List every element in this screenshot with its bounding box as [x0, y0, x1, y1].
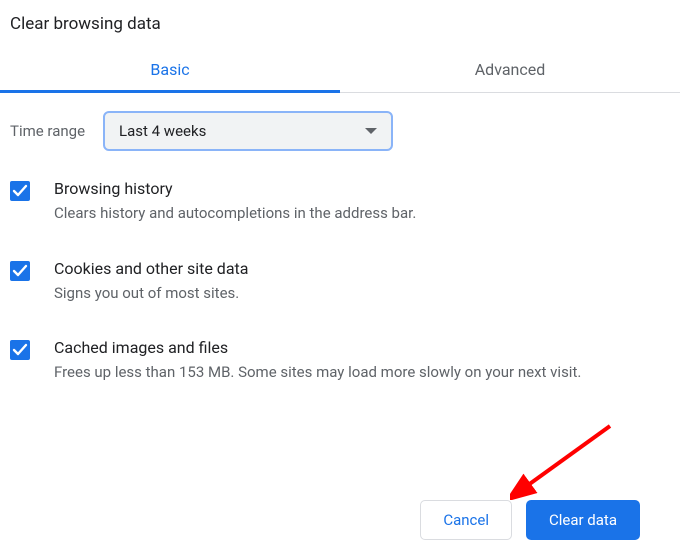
- clear-browsing-data-dialog: Clear browsing data Basic Advanced Time …: [0, 0, 680, 414]
- check-icon: [12, 183, 28, 199]
- tab-basic[interactable]: Basic: [0, 48, 340, 92]
- option-title: Cookies and other site data: [54, 259, 670, 278]
- checkbox-cookies[interactable]: [10, 261, 30, 281]
- check-icon: [12, 342, 28, 358]
- clear-data-button[interactable]: Clear data: [526, 500, 640, 540]
- tab-advanced[interactable]: Advanced: [340, 48, 680, 92]
- option-cookies: Cookies and other site data Signs you ou…: [10, 259, 670, 339]
- option-text: Cached images and files Frees up less th…: [54, 338, 670, 384]
- check-icon: [12, 263, 28, 279]
- time-range-label: Time range: [10, 122, 85, 140]
- option-desc: Signs you out of most sites.: [54, 282, 670, 305]
- tabs: Basic Advanced: [0, 48, 680, 93]
- chevron-down-icon: [365, 128, 377, 134]
- dialog-actions: Cancel Clear data: [420, 500, 640, 540]
- checkbox-browsing-history[interactable]: [10, 181, 30, 201]
- dialog-body: Time range Last 4 weeks Browsing history…: [0, 93, 680, 414]
- time-range-row: Time range Last 4 weeks: [10, 111, 670, 151]
- option-desc: Clears history and autocompletions in th…: [54, 202, 670, 225]
- cancel-button[interactable]: Cancel: [420, 500, 512, 540]
- option-text: Cookies and other site data Signs you ou…: [54, 259, 670, 305]
- option-browsing-history: Browsing history Clears history and auto…: [10, 179, 670, 259]
- dialog-title: Clear browsing data: [0, 8, 680, 48]
- option-title: Browsing history: [54, 179, 670, 198]
- annotation-arrow-icon: [510, 420, 620, 500]
- option-title: Cached images and files: [54, 338, 670, 357]
- time-range-select[interactable]: Last 4 weeks: [103, 111, 393, 151]
- option-cache: Cached images and files Frees up less th…: [10, 338, 670, 404]
- time-range-value: Last 4 weeks: [119, 122, 206, 140]
- option-text: Browsing history Clears history and auto…: [54, 179, 670, 225]
- checkbox-cache[interactable]: [10, 340, 30, 360]
- option-desc: Frees up less than 153 MB. Some sites ma…: [54, 361, 670, 384]
